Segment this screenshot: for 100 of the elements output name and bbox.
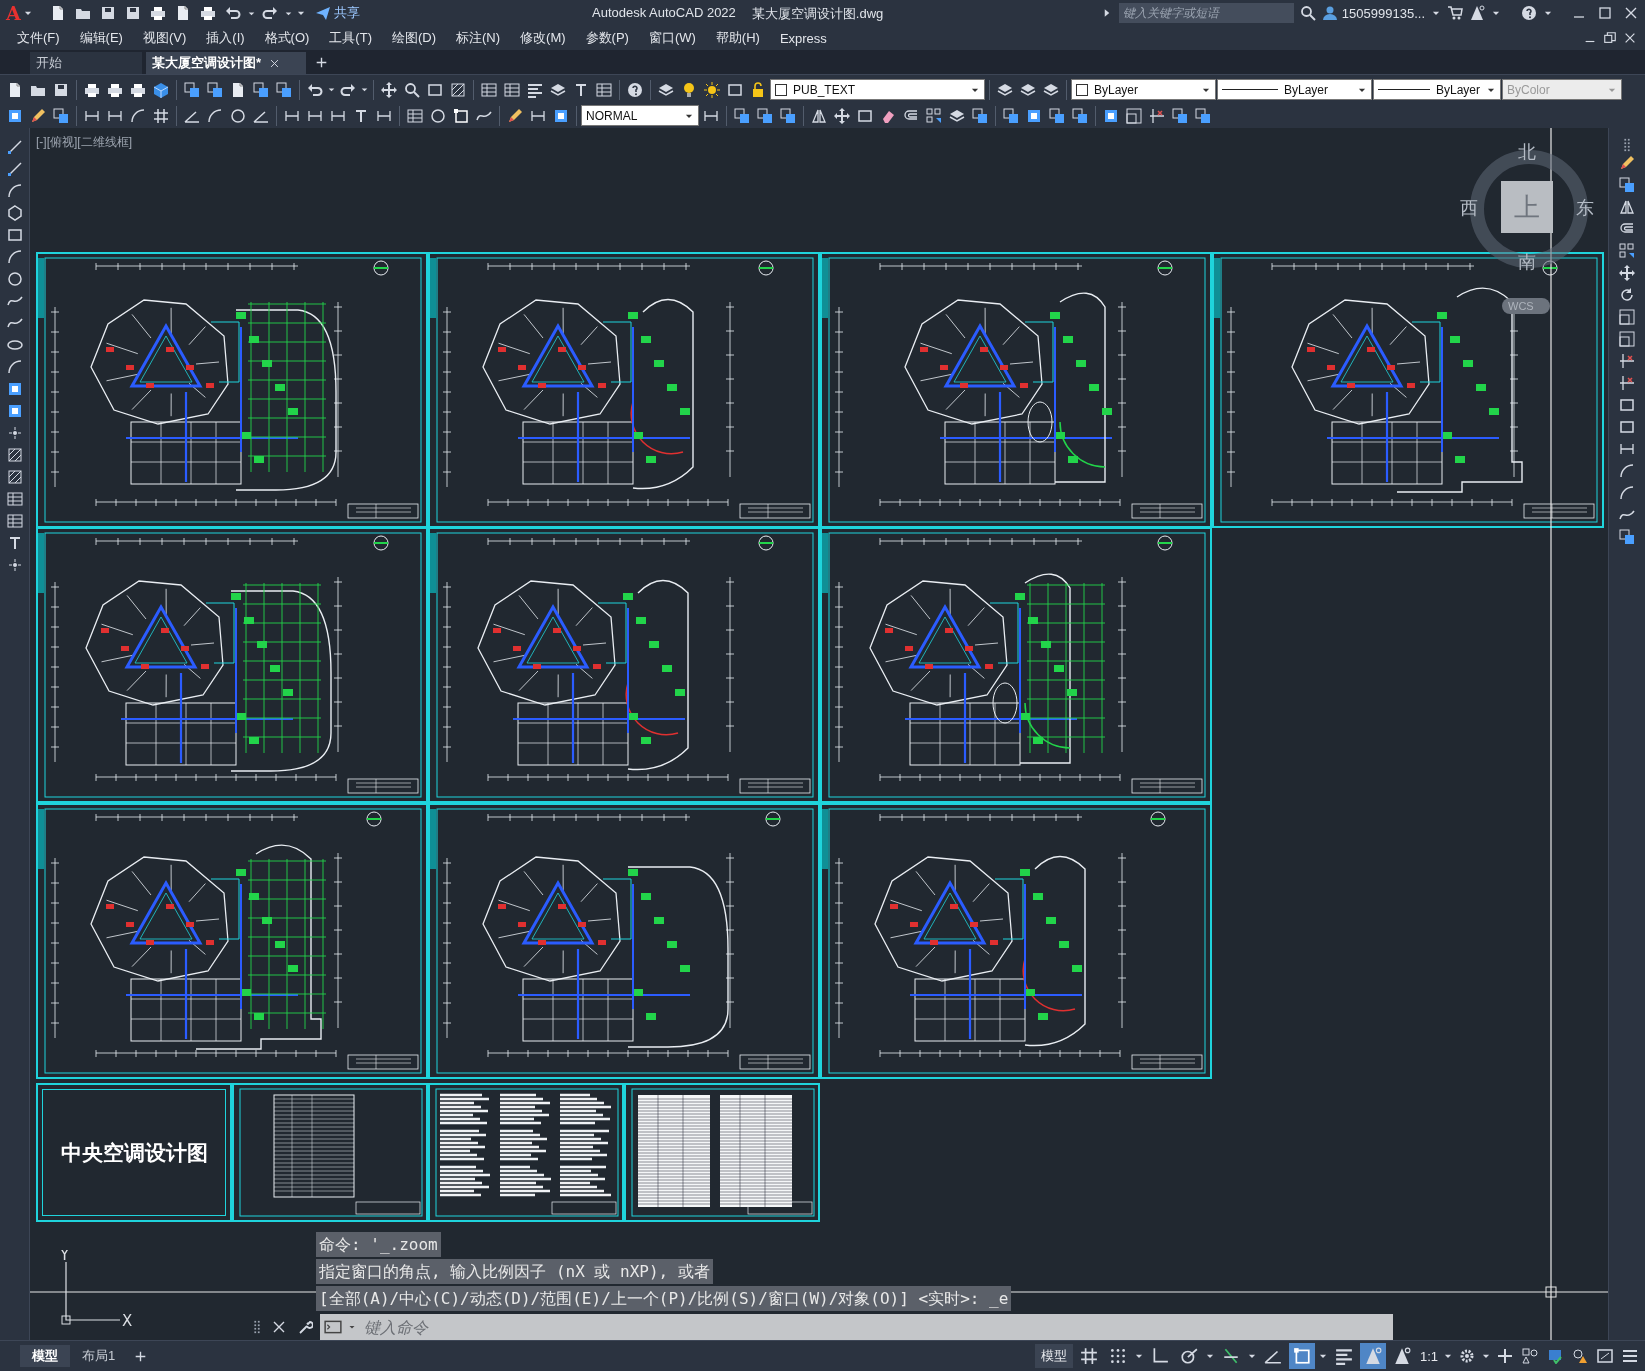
- menu-item[interactable]: 文件(F): [17, 29, 70, 47]
- warning-icon[interactable]: [1572, 1348, 1588, 1364]
- copy-icon[interactable]: [1003, 107, 1019, 124]
- rectangle-icon[interactable]: [6, 227, 23, 243]
- printer-icon[interactable]: [130, 81, 146, 98]
- ellipse-icon[interactable]: [6, 337, 23, 353]
- close-icon[interactable]: [271, 1319, 287, 1335]
- polygon-icon[interactable]: [6, 205, 23, 221]
- table-icon[interactable]: [407, 107, 423, 124]
- grid-icon[interactable]: [153, 107, 169, 124]
- copy-icon[interactable]: [1619, 177, 1635, 193]
- block-icon[interactable]: [7, 107, 23, 124]
- paper-plane-icon[interactable]: [314, 5, 331, 21]
- table-icon[interactable]: [504, 81, 520, 98]
- menu-item[interactable]: 绘图(D): [391, 29, 446, 47]
- layout-tab[interactable]: 模型: [20, 1345, 70, 1367]
- undo-icon[interactable]: [224, 5, 241, 21]
- printer-icon[interactable]: [199, 5, 216, 21]
- pencil-icon[interactable]: [507, 107, 523, 124]
- compass-south-label[interactable]: 南: [1518, 250, 1536, 274]
- annotation-scale-button[interactable]: 1:1: [1417, 1348, 1440, 1364]
- plus-icon[interactable]: [1497, 1348, 1513, 1364]
- table-icon[interactable]: [481, 81, 497, 98]
- redo-icon[interactable]: [340, 81, 356, 98]
- point-icon[interactable]: [6, 425, 23, 441]
- printer-icon[interactable]: [84, 81, 100, 98]
- plus-icon[interactable]: [135, 1350, 147, 1362]
- dimension-icon[interactable]: [1619, 441, 1635, 457]
- cube-icon[interactable]: [153, 81, 169, 98]
- layers-icon[interactable]: [997, 81, 1013, 98]
- close-icon[interactable]: [1623, 31, 1637, 45]
- block-icon[interactable]: [1103, 107, 1119, 124]
- copy-icon[interactable]: [1172, 107, 1188, 124]
- block-icon[interactable]: [6, 381, 23, 397]
- user-account-name[interactable]: 1505999135...: [1341, 5, 1425, 21]
- restore-icon[interactable]: [1603, 31, 1617, 45]
- copy-icon[interactable]: [972, 107, 988, 124]
- copy-icon[interactable]: [207, 81, 223, 98]
- bars-icon[interactable]: [527, 81, 543, 98]
- rectangle-icon[interactable]: [857, 107, 873, 124]
- menu-item[interactable]: Express: [779, 30, 837, 46]
- move-icon[interactable]: [1619, 265, 1635, 281]
- pencil-icon[interactable]: [30, 107, 46, 124]
- line-icon[interactable]: [6, 161, 23, 177]
- copy-icon[interactable]: [757, 107, 773, 124]
- rectangle-icon[interactable]: [727, 81, 743, 98]
- trim-icon[interactable]: [1619, 353, 1635, 369]
- menu-icon[interactable]: [1622, 1348, 1638, 1364]
- menu-item[interactable]: 标注(N): [456, 29, 511, 47]
- fullscreen-icon[interactable]: [1597, 1348, 1613, 1364]
- wrench-icon[interactable]: [297, 1319, 313, 1335]
- mirror-icon[interactable]: [811, 107, 827, 124]
- document-tab[interactable]: 某大厦空调设计图*: [146, 52, 306, 74]
- circle-icon[interactable]: [430, 107, 446, 124]
- file-icon[interactable]: [230, 81, 246, 98]
- compass-north-label[interactable]: 北: [1518, 140, 1536, 164]
- search-icon[interactable]: [1299, 5, 1316, 21]
- close-icon[interactable]: [269, 57, 281, 69]
- style-dropdown[interactable]: NORMAL: [581, 105, 699, 126]
- menu-item[interactable]: 修改(M): [520, 29, 576, 47]
- command-line-bar[interactable]: 键入命令: [320, 1314, 1393, 1340]
- copy-icon[interactable]: [53, 107, 69, 124]
- lineweight-dropdown[interactable]: ByLayer: [1373, 79, 1501, 100]
- help-icon[interactable]: [627, 81, 643, 98]
- scale-icon[interactable]: [1619, 309, 1635, 325]
- color-dropdown[interactable]: ByLayer: [1071, 79, 1216, 100]
- arc-icon[interactable]: [6, 183, 23, 199]
- search-field[interactable]: 键入关键字或短语: [1118, 3, 1294, 23]
- layers-icon[interactable]: [658, 81, 674, 98]
- arc-icon[interactable]: [1619, 463, 1635, 479]
- copy-icon[interactable]: [276, 81, 292, 98]
- monitor-check-icon[interactable]: [1547, 1348, 1563, 1364]
- redo-icon[interactable]: [261, 5, 278, 21]
- table-icon[interactable]: [6, 513, 23, 529]
- copy-icon[interactable]: [780, 107, 796, 124]
- save-icon[interactable]: [99, 5, 116, 21]
- circle-icon[interactable]: [6, 271, 23, 287]
- layers-icon[interactable]: [1043, 81, 1059, 98]
- menu-item[interactable]: 格式(O): [264, 29, 320, 47]
- close-icon[interactable]: [1623, 5, 1639, 21]
- arc-icon[interactable]: [6, 249, 23, 265]
- caret-icon[interactable]: [327, 85, 336, 94]
- user-icon[interactable]: [1321, 5, 1338, 21]
- trim-icon[interactable]: [1619, 375, 1635, 391]
- lock-icon[interactable]: [750, 81, 766, 98]
- share-link[interactable]: 共享: [333, 4, 360, 22]
- printer-icon[interactable]: [149, 5, 166, 21]
- plus-icon[interactable]: [316, 56, 327, 68]
- menu-item[interactable]: 视图(V): [142, 29, 197, 47]
- compass-east-label[interactable]: 东: [1576, 196, 1594, 220]
- block-icon[interactable]: [1026, 107, 1042, 124]
- table-icon[interactable]: [596, 81, 612, 98]
- copy-icon[interactable]: [253, 81, 269, 98]
- save-icon[interactable]: [124, 5, 141, 21]
- compass-west-label[interactable]: 西: [1460, 196, 1478, 220]
- file-icon[interactable]: [7, 81, 23, 98]
- move-icon[interactable]: [834, 107, 850, 124]
- command-input-field[interactable]: 键入命令: [362, 1316, 1393, 1338]
- layer-dropdown[interactable]: PUB_TEXT: [770, 79, 985, 100]
- settings-icon[interactable]: [1459, 1348, 1475, 1364]
